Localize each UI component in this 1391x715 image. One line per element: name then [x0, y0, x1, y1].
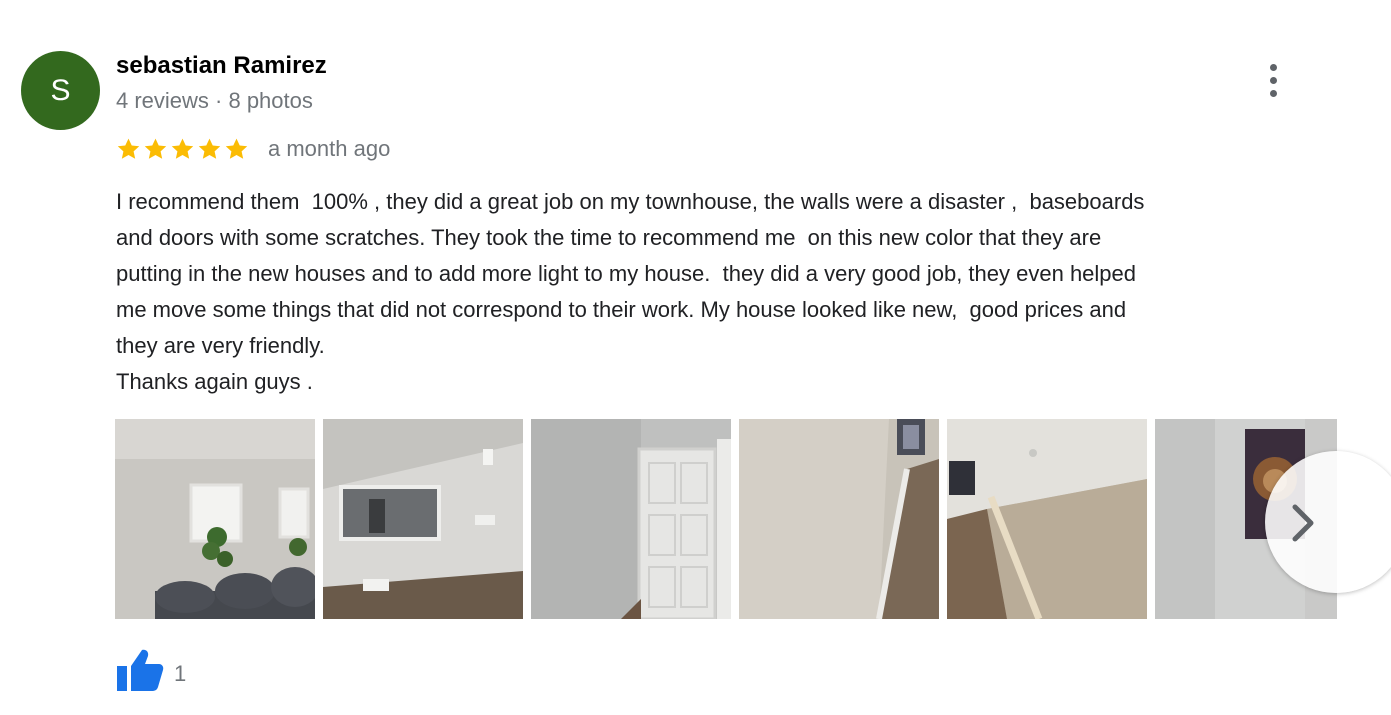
review-photo[interactable] [739, 419, 939, 619]
review-photo[interactable] [323, 419, 523, 619]
rating-row: a month ago [116, 136, 390, 162]
review-date: a month ago [268, 136, 391, 161]
star-icon [117, 138, 140, 159]
star-icon [171, 138, 194, 159]
review-photo[interactable] [115, 419, 315, 619]
review-photo[interactable] [531, 419, 731, 619]
star-rating [116, 137, 249, 162]
chevron-right-icon [1292, 504, 1314, 542]
author-meta: 4 reviews · 8 photos [116, 88, 313, 113]
star-icon [225, 138, 248, 159]
more-options-icon[interactable] [1258, 60, 1288, 100]
star-icon [198, 138, 221, 159]
review-photo[interactable] [947, 419, 1147, 619]
photo-strip [115, 419, 1337, 619]
avatar[interactable]: S [21, 51, 100, 130]
thumb-up-icon[interactable] [116, 648, 164, 692]
like-count: 1 [174, 661, 187, 686]
avatar-initial: S [50, 73, 71, 107]
review-text: I recommend them 100% , they did a great… [116, 189, 1145, 394]
star-icon [144, 138, 167, 159]
author-name[interactable]: sebastian Ramirez [116, 52, 327, 80]
